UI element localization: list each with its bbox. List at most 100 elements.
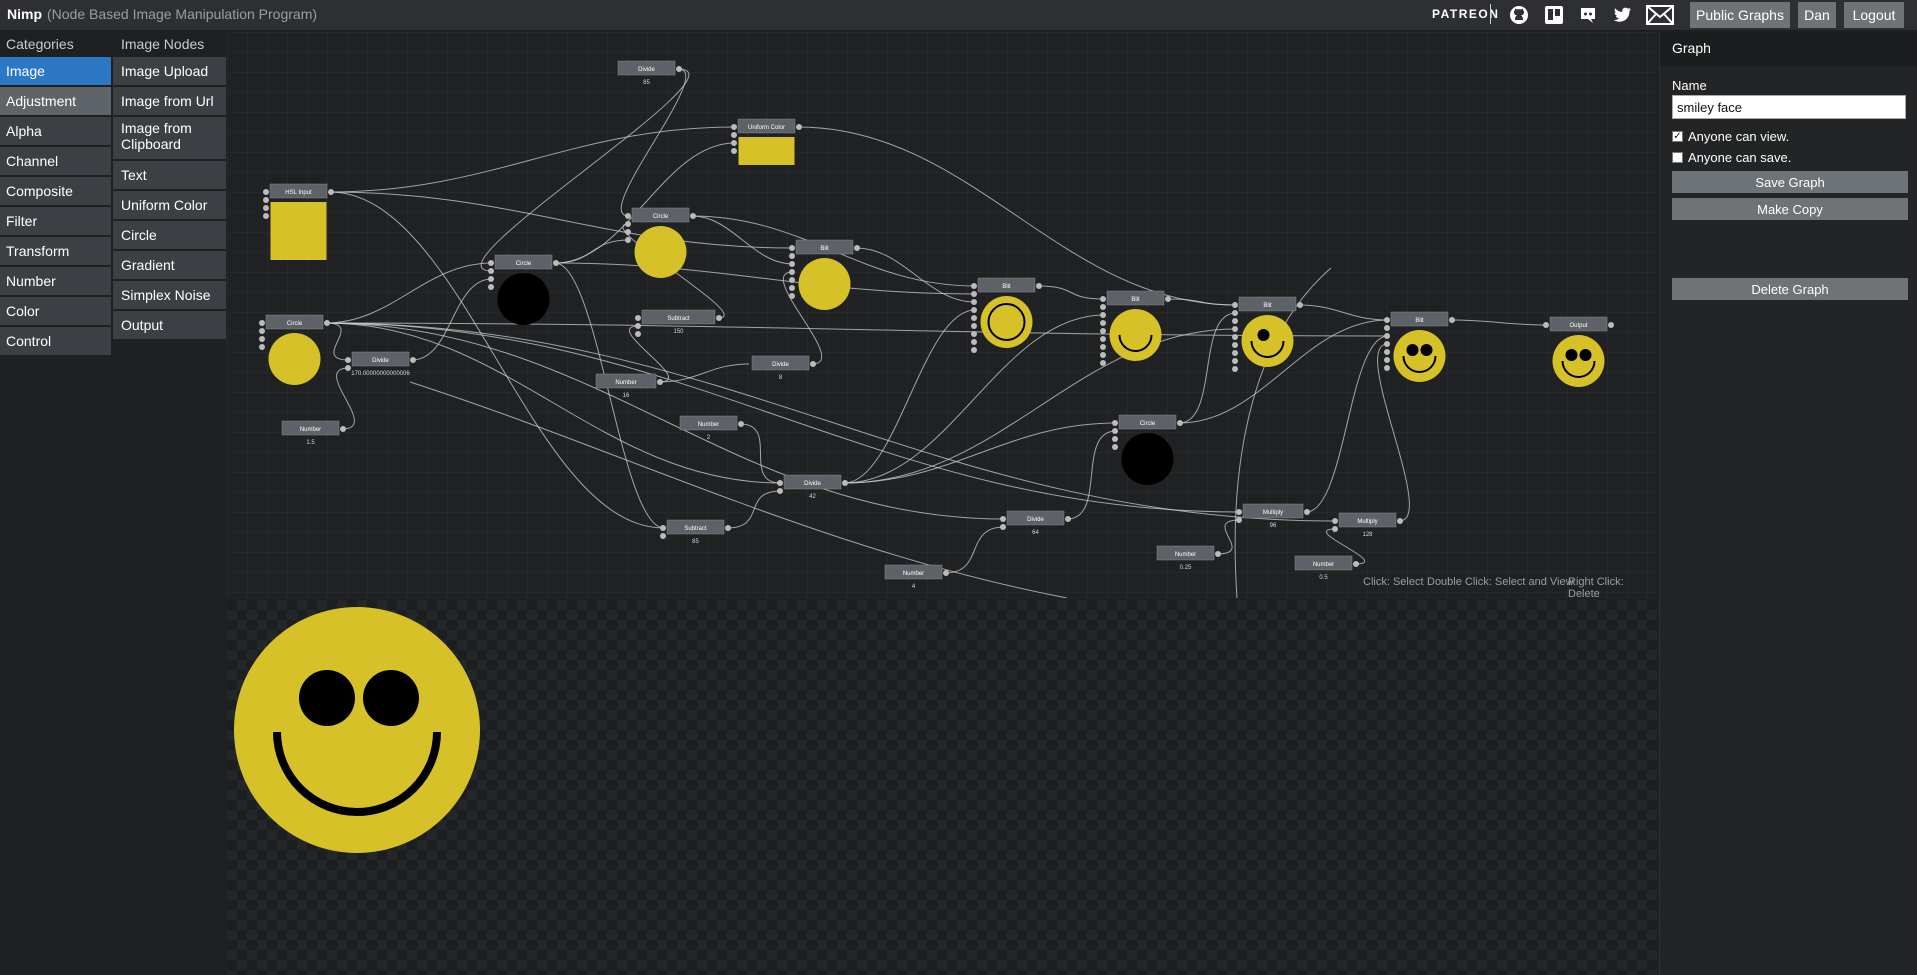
- mail-icon[interactable]: [1645, 0, 1675, 30]
- make-copy-button[interactable]: Make Copy: [1672, 198, 1908, 220]
- input-port: [660, 525, 666, 531]
- input-port: [1232, 358, 1238, 364]
- graph-node[interactable]: Number 1.5: [281, 420, 346, 446]
- input-port: [263, 197, 269, 203]
- input-port: [345, 365, 351, 371]
- checkbox-unchecked-icon[interactable]: [1672, 152, 1683, 163]
- node-image-from-url[interactable]: Image from Url: [113, 87, 226, 117]
- twitter-icon[interactable]: [1610, 0, 1634, 30]
- node-simplex-noise[interactable]: Simplex Noise: [113, 281, 226, 311]
- node-text[interactable]: Text: [113, 161, 226, 191]
- input-port: [635, 331, 641, 337]
- input-port: [971, 331, 977, 337]
- graph-node[interactable]: Divide 170.00000000000006: [345, 351, 416, 377]
- node-image-from-clipboard[interactable]: Image from Clipboard: [113, 117, 226, 161]
- category-composite[interactable]: Composite: [0, 177, 111, 207]
- graph-node[interactable]: Subtract 85: [660, 519, 731, 545]
- category-image[interactable]: Image: [0, 57, 111, 87]
- node-preview: [270, 202, 327, 260]
- wire: [1166, 298, 1237, 306]
- graph-node[interactable]: HSL Input: [263, 183, 334, 260]
- graph-node[interactable]: Divide 42: [777, 474, 848, 500]
- category-channel[interactable]: Channel: [0, 147, 111, 177]
- save-graph-button[interactable]: Save Graph: [1672, 171, 1908, 193]
- node-circle[interactable]: Circle: [113, 221, 226, 251]
- graph-node[interactable]: Number 0.25: [1156, 545, 1221, 571]
- wire: [1450, 319, 1548, 326]
- wire: [411, 278, 493, 361]
- category-alpha[interactable]: Alpha: [0, 117, 111, 147]
- wire: [325, 322, 1005, 520]
- graph-svg[interactable]: HSL Input Circle Divide 170.00000000000006 N…: [227, 32, 1657, 598]
- user-button[interactable]: Dan: [1798, 2, 1836, 28]
- output-port: [810, 361, 816, 367]
- anyone-can-save-checkbox[interactable]: Anyone can save.: [1672, 150, 1791, 165]
- graph-node[interactable]: Circle: [625, 207, 696, 278]
- delete-graph-button[interactable]: Delete Graph: [1672, 278, 1908, 300]
- input-port: [1332, 526, 1338, 532]
- graph-node[interactable]: Circle: [259, 314, 330, 385]
- node-title: Uniform Color: [748, 125, 785, 131]
- node-uniform-color[interactable]: Uniform Color: [113, 191, 226, 221]
- input-port: [971, 291, 977, 297]
- input-port: [731, 148, 737, 154]
- input-port: [635, 315, 641, 321]
- input-port: [1100, 296, 1106, 302]
- graph-node[interactable]: Divide 8: [751, 355, 816, 381]
- graph-node[interactable]: Multiply 128: [1332, 512, 1403, 538]
- node-title: Divide: [372, 358, 389, 364]
- graph-node[interactable]: Subtract 150: [635, 309, 722, 337]
- checkbox-checked-icon[interactable]: ✓: [1672, 131, 1683, 142]
- node-value: 128: [1362, 532, 1373, 538]
- category-number[interactable]: Number: [0, 267, 111, 297]
- category-color[interactable]: Color: [0, 297, 111, 327]
- input-port: [971, 339, 977, 345]
- node-title: Multiply: [1357, 519, 1377, 525]
- graph-node[interactable]: Number 16: [595, 373, 663, 399]
- logout-button[interactable]: Logout: [1844, 2, 1904, 28]
- input-port: [1232, 302, 1238, 308]
- graph-node[interactable]: Circle: [488, 254, 559, 325]
- graph-node[interactable]: Output: [1543, 316, 1614, 387]
- category-filter[interactable]: Filter: [0, 207, 111, 237]
- app-name[interactable]: Nimp: [7, 6, 42, 22]
- input-port: [263, 205, 269, 211]
- input-port: [789, 245, 795, 251]
- node-preview: [1109, 309, 1162, 361]
- node-output[interactable]: Output: [113, 311, 226, 341]
- graph-node[interactable]: Number 2: [679, 415, 744, 441]
- graph-node[interactable]: Blit: [1232, 296, 1303, 372]
- graph-node[interactable]: Circle: [1112, 414, 1183, 485]
- discord-icon[interactable]: [1576, 0, 1600, 30]
- graph-node[interactable]: Divide 85: [617, 60, 682, 86]
- node-title: Blit: [1002, 284, 1011, 290]
- graph-node[interactable]: Blit: [789, 239, 860, 310]
- graph-node[interactable]: Blit: [1384, 311, 1455, 382]
- input-port: [625, 229, 631, 235]
- graph-node[interactable]: Divide 64: [1000, 510, 1071, 536]
- public-graphs-button[interactable]: Public Graphs: [1690, 2, 1790, 28]
- node-gradient[interactable]: Gradient: [113, 251, 226, 281]
- category-adjustment[interactable]: Adjustment: [0, 87, 111, 117]
- graph-node[interactable]: Blit: [971, 277, 1042, 353]
- node-value: 96: [1270, 523, 1277, 529]
- category-control[interactable]: Control: [0, 327, 111, 357]
- input-port: [1112, 428, 1118, 434]
- graph-node[interactable]: Number 4: [884, 564, 949, 590]
- input-port: [1100, 344, 1106, 350]
- anyone-can-view-checkbox[interactable]: ✓ Anyone can view.: [1672, 129, 1789, 144]
- trello-icon[interactable]: [1542, 0, 1566, 30]
- node-image-upload[interactable]: Image Upload: [113, 57, 226, 87]
- input-port: [1100, 320, 1106, 326]
- category-transform[interactable]: Transform: [0, 237, 111, 267]
- output-port: [410, 357, 416, 363]
- graph-canvas[interactable]: HSL Input Circle Divide 170.00000000000006 N…: [227, 32, 1657, 598]
- node-title: Circle: [516, 261, 532, 267]
- graph-node[interactable]: Number 0.5: [1294, 555, 1359, 581]
- graph-node[interactable]: Uniform Color: [731, 118, 802, 165]
- graph-node[interactable]: Multiply 96: [1236, 503, 1310, 529]
- input-port: [1543, 322, 1549, 328]
- graph-node[interactable]: Blit: [1100, 290, 1171, 366]
- graph-name-input[interactable]: [1672, 95, 1906, 119]
- github-icon[interactable]: [1507, 0, 1531, 30]
